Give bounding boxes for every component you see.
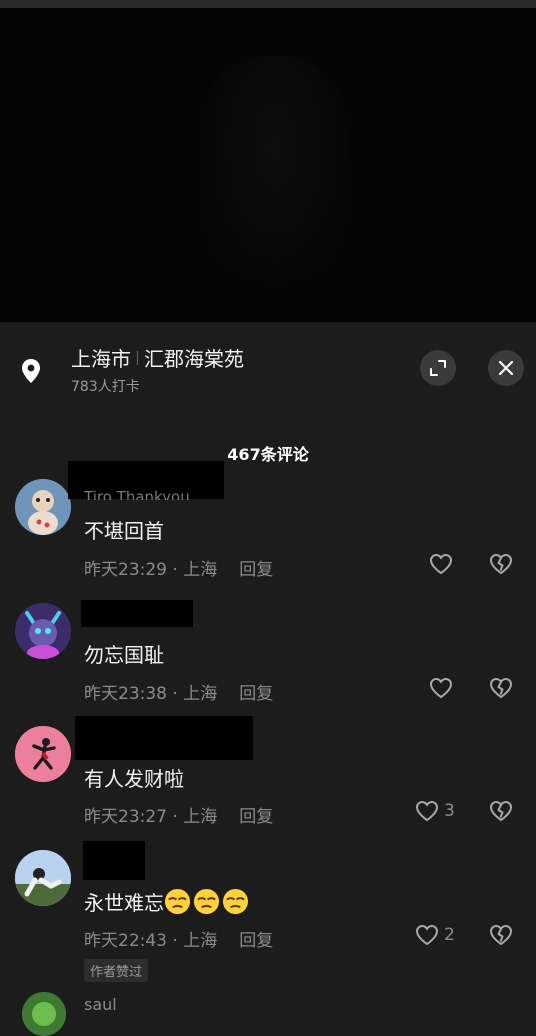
location-city: 上海市 [71,347,131,371]
reply-button[interactable]: 回复 [239,807,273,827]
reply-button[interactable]: 回复 [239,560,273,580]
comment-time: 昨天23:29 [84,560,167,580]
like-button[interactable]: 2 [414,923,455,947]
comment-meta: 昨天23:27 · 上海 回复 [84,802,273,827]
username[interactable]: Tiro Thankyou [84,488,190,500]
avatar[interactable] [15,726,71,782]
comment-meta: 昨天23:38 · 上海 回复 [84,679,273,704]
comment-text-content: 永世难忘 [84,891,164,915]
meta-separator: · [167,807,184,827]
like-button[interactable] [428,552,458,576]
avatar[interactable] [15,603,71,659]
avatar[interactable] [15,850,71,906]
comment-region: 上海 [183,931,218,951]
avatar-image [15,850,71,906]
comment-text: 勿忘国耻 [84,643,164,667]
meta-separator: · [167,931,184,951]
comment-region: 上海 [183,807,218,827]
expand-icon [430,360,446,376]
avatar-image [15,479,71,535]
location-title[interactable]: 上海市 汇郡海棠苑 [71,343,244,372]
location-pin-icon [22,359,40,383]
emoji-icon [222,888,249,915]
emoji-icon [164,888,191,915]
divider [137,351,138,365]
comment-time: 昨天23:27 [84,807,167,827]
close-icon [498,360,514,376]
dislike-button[interactable] [488,923,514,947]
location-place: 汇郡海棠苑 [144,347,244,371]
video-player[interactable] [0,0,536,322]
like-count: 2 [444,925,455,945]
comment-region: 上海 [183,684,218,704]
comment-time: 昨天22:43 [84,931,167,951]
username-redacted [83,841,145,880]
meta-separator: · [167,560,184,580]
broken-heart-icon [489,924,513,946]
dislike-button[interactable] [488,799,514,823]
expand-button[interactable] [420,350,456,386]
avatar-image [15,603,71,659]
emoji-icon [193,888,220,915]
author-liked-badge: 作者赞过 [84,959,149,982]
heart-icon [415,800,439,822]
comment-text: 有人发财啦 [84,767,184,791]
like-count: 3 [444,801,455,821]
video-frame [200,55,350,285]
avatar[interactable] [15,479,71,535]
username-redacted [75,716,253,760]
comment-region: 上海 [183,560,218,580]
broken-heart-icon [489,553,513,575]
comment-text: 不堪回首 [84,519,164,543]
username-redacted [81,600,193,627]
broken-heart-icon [489,800,513,822]
comment-meta: 昨天23:29 · 上海 回复 [84,555,273,580]
comment-sheet [0,322,536,1007]
close-button[interactable] [488,350,524,386]
dislike-button[interactable] [488,676,514,700]
comment-meta: 昨天22:43 · 上海 回复 [84,926,273,951]
status-bar [0,0,536,8]
reply-button[interactable]: 回复 [239,684,273,704]
username[interactable]: saul [84,995,117,1014]
like-button[interactable] [428,676,458,700]
broken-heart-icon [489,677,513,699]
heart-icon [429,553,453,575]
avatar[interactable] [22,992,66,1036]
checkin-count: 783人打卡 [71,379,140,395]
heart-icon [415,924,439,946]
dislike-button[interactable] [488,552,514,576]
heart-icon [429,677,453,699]
like-button[interactable]: 3 [414,799,455,823]
avatar-image [15,726,71,782]
comment-text: 永世难忘 [84,887,251,916]
meta-separator: · [167,684,184,704]
reply-button[interactable]: 回复 [239,931,273,951]
avatar-image [22,992,66,1036]
comment-time: 昨天23:38 [84,684,167,704]
